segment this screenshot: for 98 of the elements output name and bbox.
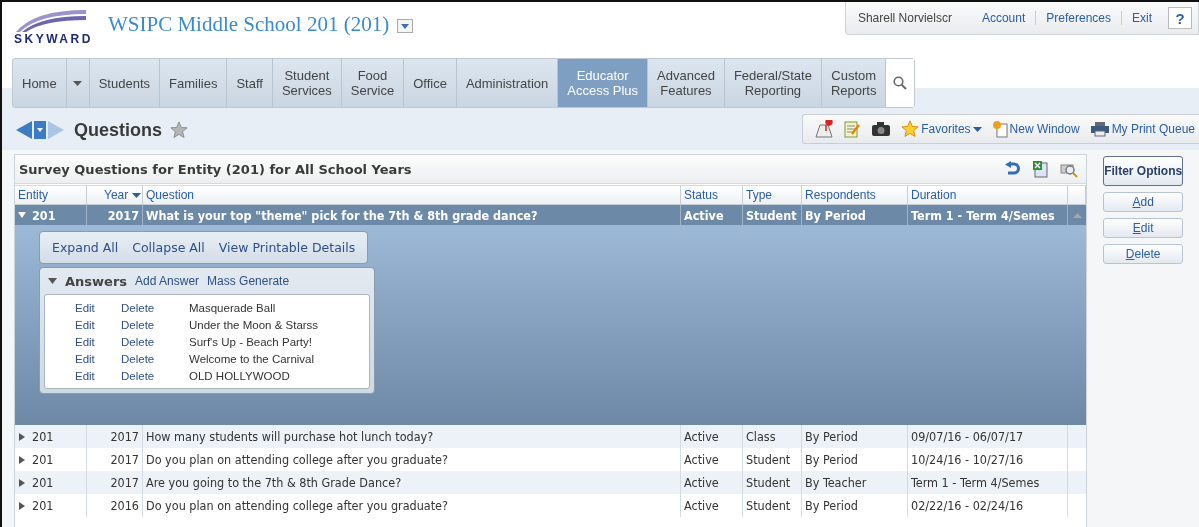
- entity-cell: 201: [15, 494, 87, 517]
- back-arrow-icon[interactable]: [16, 121, 32, 139]
- header-link[interactable]: Account: [971, 11, 1036, 25]
- camera-icon[interactable]: [871, 121, 892, 137]
- delete-link[interactable]: Delete: [121, 352, 189, 365]
- expand-toggle-icon[interactable]: [18, 432, 26, 441]
- edit-link[interactable]: Edit: [75, 335, 107, 348]
- edit-link[interactable]: Edit: [75, 301, 107, 314]
- nav-tab[interactable]: Student Services: [272, 59, 342, 107]
- expand-toggle-icon[interactable]: [18, 455, 26, 464]
- answers-link[interactable]: Add Answer: [135, 274, 200, 288]
- column-header[interactable]: Type: [743, 186, 802, 204]
- caret-icon: [73, 80, 83, 86]
- page-title: Questions: [74, 119, 162, 141]
- help-button[interactable]: ?: [1168, 7, 1192, 29]
- map-pin-icon[interactable]: [815, 120, 834, 138]
- header-link[interactable]: Exit: [1121, 11, 1162, 25]
- detail-link[interactable]: View Printable Details: [218, 240, 356, 255]
- duration-cell: Term 1 - Term 4/Semes: [908, 471, 1068, 494]
- logo-text: SKYWARD: [14, 32, 94, 46]
- year-cell: 2017: [87, 471, 143, 494]
- toolbar-link[interactable]: My Print Queue: [1089, 121, 1195, 137]
- answer-text: Surf's Up - Beach Party!: [189, 335, 312, 348]
- column-header[interactable]: Question: [143, 186, 681, 204]
- nav-tab[interactable]: Advanced Features: [648, 59, 725, 107]
- column-header[interactable]: Year: [87, 186, 143, 204]
- type-cell: Student: [743, 471, 802, 494]
- column-header[interactable]: Respondents: [802, 186, 908, 204]
- column-header[interactable]: Status: [681, 186, 743, 204]
- side-button[interactable]: Edit: [1103, 218, 1184, 238]
- caret-icon: [401, 23, 410, 29]
- printer-icon: [1089, 121, 1110, 137]
- duration-cell: 09/07/16 - 06/07/17: [908, 425, 1068, 448]
- toolbar-link[interactable]: New Window: [991, 120, 1080, 138]
- nav-tab[interactable]: Families: [160, 59, 228, 107]
- delete-link[interactable]: Delete: [121, 318, 189, 331]
- school-title[interactable]: WSIPC Middle School 201 (201): [108, 12, 390, 37]
- answer-text: Welcome to the Carnival: [189, 352, 315, 365]
- entity-cell: 201: [15, 471, 87, 494]
- undo-arrow-icon[interactable]: [1004, 161, 1021, 177]
- delete-link[interactable]: Delete: [121, 369, 189, 382]
- nav-tab[interactable]: Staff: [227, 59, 273, 107]
- respondents-cell: By Teacher: [802, 471, 908, 494]
- column-header[interactable]: Entity: [15, 186, 87, 204]
- answers-title: Answers: [65, 273, 128, 289]
- question-cell: Are you going to the 7th & 8th Grade Dance?: [143, 471, 681, 494]
- nav-tab[interactable]: Students: [89, 59, 160, 107]
- history-dropdown-icon[interactable]: [34, 121, 46, 139]
- entity-cell: 201: [15, 425, 87, 448]
- nav-tab[interactable]: Office: [404, 59, 457, 107]
- status-cell: Active: [681, 425, 743, 448]
- caret-icon: [972, 126, 982, 132]
- type-cell: Student: [743, 494, 802, 517]
- search-icon: [893, 76, 908, 90]
- detail-link[interactable]: Expand All: [52, 240, 119, 255]
- search-button[interactable]: [886, 59, 915, 107]
- side-button[interactable]: Add: [1103, 192, 1184, 212]
- expand-toggle-icon[interactable]: [18, 501, 26, 510]
- edit-link[interactable]: Edit: [75, 352, 107, 365]
- sort-caret-icon: [132, 192, 142, 198]
- side-button[interactable]: Filter Options: [1103, 156, 1184, 186]
- star-icon[interactable]: [170, 121, 188, 139]
- nav-tab[interactable]: Home: [13, 59, 67, 107]
- answers-link[interactable]: Mass Generate: [207, 274, 290, 288]
- user-name: Sharell Norvielscr: [857, 11, 953, 25]
- answer-text: Under the Moon & Starss: [189, 318, 319, 331]
- new-window-icon: [991, 120, 1008, 138]
- year-cell: 2016: [87, 494, 143, 517]
- edit-link[interactable]: Edit: [75, 369, 107, 382]
- expand-toggle-icon[interactable]: [18, 211, 26, 219]
- year-cell: 2017: [87, 425, 143, 448]
- status-cell: Active: [681, 471, 743, 494]
- toolbar-link[interactable]: Favorites: [901, 120, 982, 138]
- spreadsheet-icon[interactable]: [1032, 160, 1049, 178]
- notepad-icon[interactable]: [843, 120, 862, 138]
- type-cell: Class: [743, 425, 802, 448]
- grid-title: Survey Questions for Entity (201) for All School Years: [19, 161, 413, 177]
- duration-cell: 02/22/16 - 02/24/16: [908, 494, 1068, 517]
- answer-text: Masquerade Ball: [189, 301, 276, 314]
- edit-link[interactable]: Edit: [75, 318, 107, 331]
- delete-link[interactable]: Delete: [121, 301, 189, 314]
- side-button[interactable]: Delete: [1103, 244, 1184, 264]
- nav-tab[interactable]: Federal/State Reporting: [724, 59, 822, 107]
- nav-tab[interactable]: Food Service: [341, 59, 405, 107]
- respondents-cell: By Period: [802, 494, 908, 517]
- header-link[interactable]: Preferences: [1035, 11, 1121, 25]
- star-icon: [901, 120, 920, 138]
- dropdown-button[interactable]: [397, 19, 414, 33]
- question-cell: How many students will purchase hot lunch today?: [143, 425, 681, 448]
- question-cell: Do you plan on attending college after you graduate?: [143, 494, 681, 517]
- answer-text: OLD HOLLYWOOD: [189, 369, 290, 382]
- delete-link[interactable]: Delete: [121, 335, 189, 348]
- detail-link[interactable]: Collapse All: [132, 240, 205, 255]
- expand-toggle-icon[interactable]: [18, 478, 26, 487]
- status-cell: Active: [681, 494, 743, 517]
- column-header[interactable]: Duration: [908, 186, 1068, 204]
- respondents-cell: By Period: [802, 425, 908, 448]
- collapse-caret-icon[interactable]: [48, 278, 57, 284]
